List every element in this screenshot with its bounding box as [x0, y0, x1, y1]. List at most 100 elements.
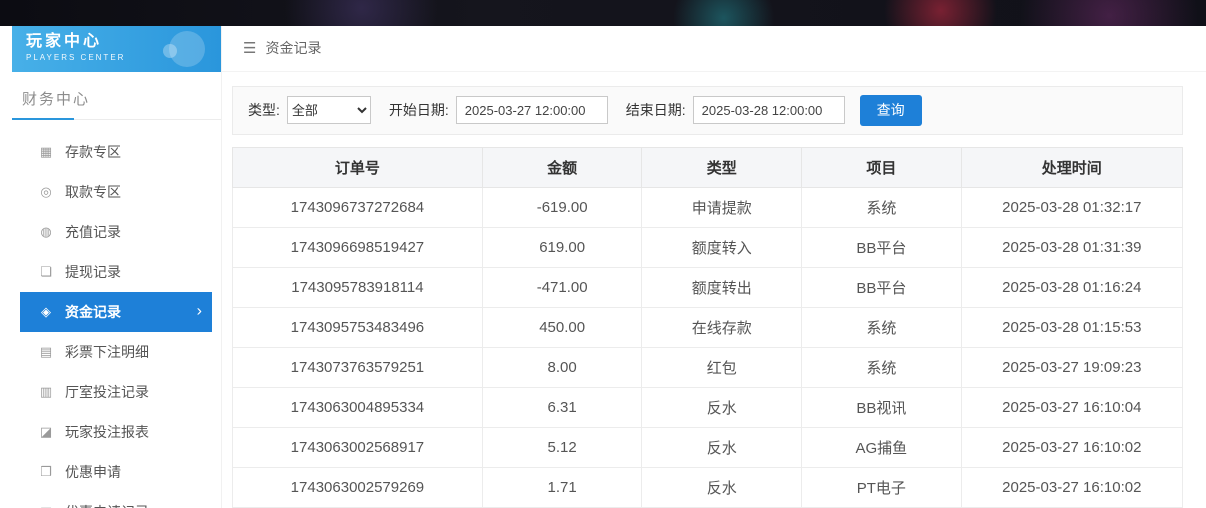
table-row: 1743096698519427619.00额度转入BB平台2025-03-28…: [233, 228, 1183, 268]
column-header: 项目: [802, 148, 962, 188]
type-cell: 反水: [642, 388, 802, 428]
type-cell: 额度转入: [642, 228, 802, 268]
sidebar-item-label: 提现记录: [65, 262, 121, 282]
table-row: 1743095753483496450.00在线存款系统2025-03-28 0…: [233, 308, 1183, 348]
start-date-label: 开始日期:: [389, 100, 449, 120]
table-row: 17430630025689175.12反水AG捕鱼2025-03-27 16:…: [233, 428, 1183, 468]
time-cell: 2025-03-28 01:16:24: [961, 268, 1182, 308]
table-row: 1743095783918114-471.00额度转出BB平台2025-03-2…: [233, 268, 1183, 308]
amount-cell: 1.71: [482, 468, 642, 508]
project-cell: BB视讯: [802, 388, 962, 428]
time-cell: 2025-03-28 01:31:39: [961, 228, 1182, 268]
chart-report-icon: ◪: [38, 424, 54, 440]
order-no-cell: 1743073763579251: [233, 348, 483, 388]
sidebar-item-label: 资金记录: [65, 302, 121, 322]
project-cell: BB平台: [802, 228, 962, 268]
type-cell: 在线存款: [642, 308, 802, 348]
amount-cell: -619.00: [482, 188, 642, 228]
column-header: 类型: [642, 148, 802, 188]
order-no-cell: 1743095783918114: [233, 268, 483, 308]
sidebar-item-withdraw-records[interactable]: ❏ 提现记录: [12, 252, 221, 292]
sidebar-header: 玩家中心 PLAYERS CENTER: [12, 26, 221, 72]
recharge-icon: ◍: [38, 224, 54, 240]
sidebar-item-deposit-zone[interactable]: ▦ 存款专区: [12, 132, 221, 172]
sidebar-item-player-bet-report[interactable]: ◪玩家投注报表: [12, 412, 221, 452]
sidebar-item-label: 取款专区: [65, 182, 121, 202]
table-header-row: 订单号金额类型项目处理时间: [233, 148, 1183, 188]
sidebar-section-title: 财务中心: [12, 72, 221, 120]
hamburger-menu-icon[interactable]: ☰: [243, 39, 256, 57]
amount-cell: 450.00: [482, 308, 642, 348]
order-no-cell: 1743096737272684: [233, 188, 483, 228]
sidebar-item-recharge-records[interactable]: ◍ 充值记录: [12, 212, 221, 252]
sidebar-item-label: 厅室投注记录: [65, 382, 149, 402]
sidebar-item-label: 存款专区: [65, 142, 121, 162]
sidebar-item-label: 优惠申请记录: [65, 502, 149, 508]
end-date-input[interactable]: [693, 96, 845, 124]
time-cell: 2025-03-27 16:10:04: [961, 388, 1182, 428]
chevron-right-icon: ›: [197, 302, 202, 320]
type-cell: 红包: [642, 348, 802, 388]
type-label: 类型:: [248, 100, 280, 120]
project-cell: 系统: [802, 188, 962, 228]
breadcrumb: ☰ 资金记录: [222, 26, 1206, 72]
document-icon: ▤: [38, 344, 54, 360]
order-no-cell: 1743095753483496: [233, 308, 483, 348]
type-select[interactable]: 全部: [287, 96, 371, 124]
column-header: 金额: [482, 148, 642, 188]
column-header: 订单号: [233, 148, 483, 188]
sidebar-item-label: 彩票下注明细: [65, 342, 149, 362]
amount-cell: 8.00: [482, 348, 642, 388]
main-content: ☰ 资金记录 类型: 全部 开始日期: 结束日期: 查询 订单号金额类型项目处理…: [222, 26, 1206, 508]
withdraw-coins-icon: ◎: [38, 184, 54, 200]
sidebar-item-label: 优惠申请: [65, 462, 121, 482]
order-no-cell: 1743096698519427: [233, 228, 483, 268]
sidebar-item-fund-records[interactable]: ◈ 资金记录 ›: [20, 292, 212, 332]
type-cell: 额度转出: [642, 268, 802, 308]
end-date-label: 结束日期:: [626, 100, 686, 120]
time-cell: 2025-03-28 01:32:17: [961, 188, 1182, 228]
page-layout: 玩家中心 PLAYERS CENTER 财务中心 ▦ 存款专区 ◎ 取款专区 ◍ 充值记录…: [0, 26, 1206, 508]
amount-cell: 6.31: [482, 388, 642, 428]
records-table: 订单号金额类型项目处理时间 1743096737272684-619.00申请提…: [232, 147, 1183, 508]
project-cell: 系统: [802, 348, 962, 388]
sidebar: 玩家中心 PLAYERS CENTER 财务中心 ▦ 存款专区 ◎ 取款专区 ◍ 充值记录…: [0, 26, 222, 508]
top-banner: [0, 0, 1206, 26]
amount-cell: 5.12: [482, 428, 642, 468]
sidebar-item-hall-bet-records[interactable]: ▥ 厅室投注记录: [12, 372, 221, 412]
sidebar-item-promo-application[interactable]: ❒ 优惠申请: [12, 452, 221, 492]
gift-icon: ❒: [38, 464, 54, 480]
time-cell: 2025-03-27 16:10:02: [961, 428, 1182, 468]
table-row: 17430737635792518.00红包系统2025-03-27 19:09…: [233, 348, 1183, 388]
table-row: 17430630025792691.71反水PT电子2025-03-27 16:…: [233, 468, 1183, 508]
table-row: 1743096737272684-619.00申请提款系统2025-03-28 …: [233, 188, 1183, 228]
sidebar-menu: ▦ 存款专区 ◎ 取款专区 ◍ 充值记录 ❏ 提现记录 ◈ 资金记录 › ▤ 彩票下注明细 ▥ 厅室投注记录…: [0, 132, 221, 508]
project-cell: PT电子: [802, 468, 962, 508]
table-row: 17430630048953346.31反水BB视讯2025-03-27 16:…: [233, 388, 1183, 428]
table-body: 1743096737272684-619.00申请提款系统2025-03-28 …: [233, 188, 1183, 508]
sidebar-item-withdrawal-zone[interactable]: ◎ 取款专区: [12, 172, 221, 212]
start-date-input[interactable]: [456, 96, 608, 124]
type-cell: 反水: [642, 428, 802, 468]
promo-list-icon: ▥: [38, 504, 54, 508]
time-cell: 2025-03-27 16:10:02: [961, 468, 1182, 508]
records-table-wrap: 订单号金额类型项目处理时间 1743096737272684-619.00申请提…: [232, 147, 1183, 508]
sidebar-item-lottery-bet-details[interactable]: ▤ 彩票下注明细: [12, 332, 221, 372]
sidebar-item-promo-application-records[interactable]: ▥ 优惠申请记录: [12, 492, 221, 508]
project-cell: BB平台: [802, 268, 962, 308]
money-bag-icon: ◈: [38, 304, 54, 320]
sidebar-item-label: 充值记录: [65, 222, 121, 242]
amount-cell: -471.00: [482, 268, 642, 308]
deposit-card-icon: ▦: [38, 144, 54, 160]
cash-hand-icon: ❏: [38, 264, 54, 280]
ball-decoration-small-icon: [163, 44, 177, 58]
order-no-cell: 1743063002579269: [233, 468, 483, 508]
column-header: 处理时间: [961, 148, 1182, 188]
filter-panel: 类型: 全部 开始日期: 结束日期: 查询: [232, 86, 1183, 135]
type-cell: 反水: [642, 468, 802, 508]
time-cell: 2025-03-28 01:15:53: [961, 308, 1182, 348]
page-title: 资金记录: [265, 38, 321, 58]
time-cell: 2025-03-27 19:09:23: [961, 348, 1182, 388]
search-button[interactable]: 查询: [860, 95, 922, 126]
list-icon: ▥: [38, 384, 54, 400]
